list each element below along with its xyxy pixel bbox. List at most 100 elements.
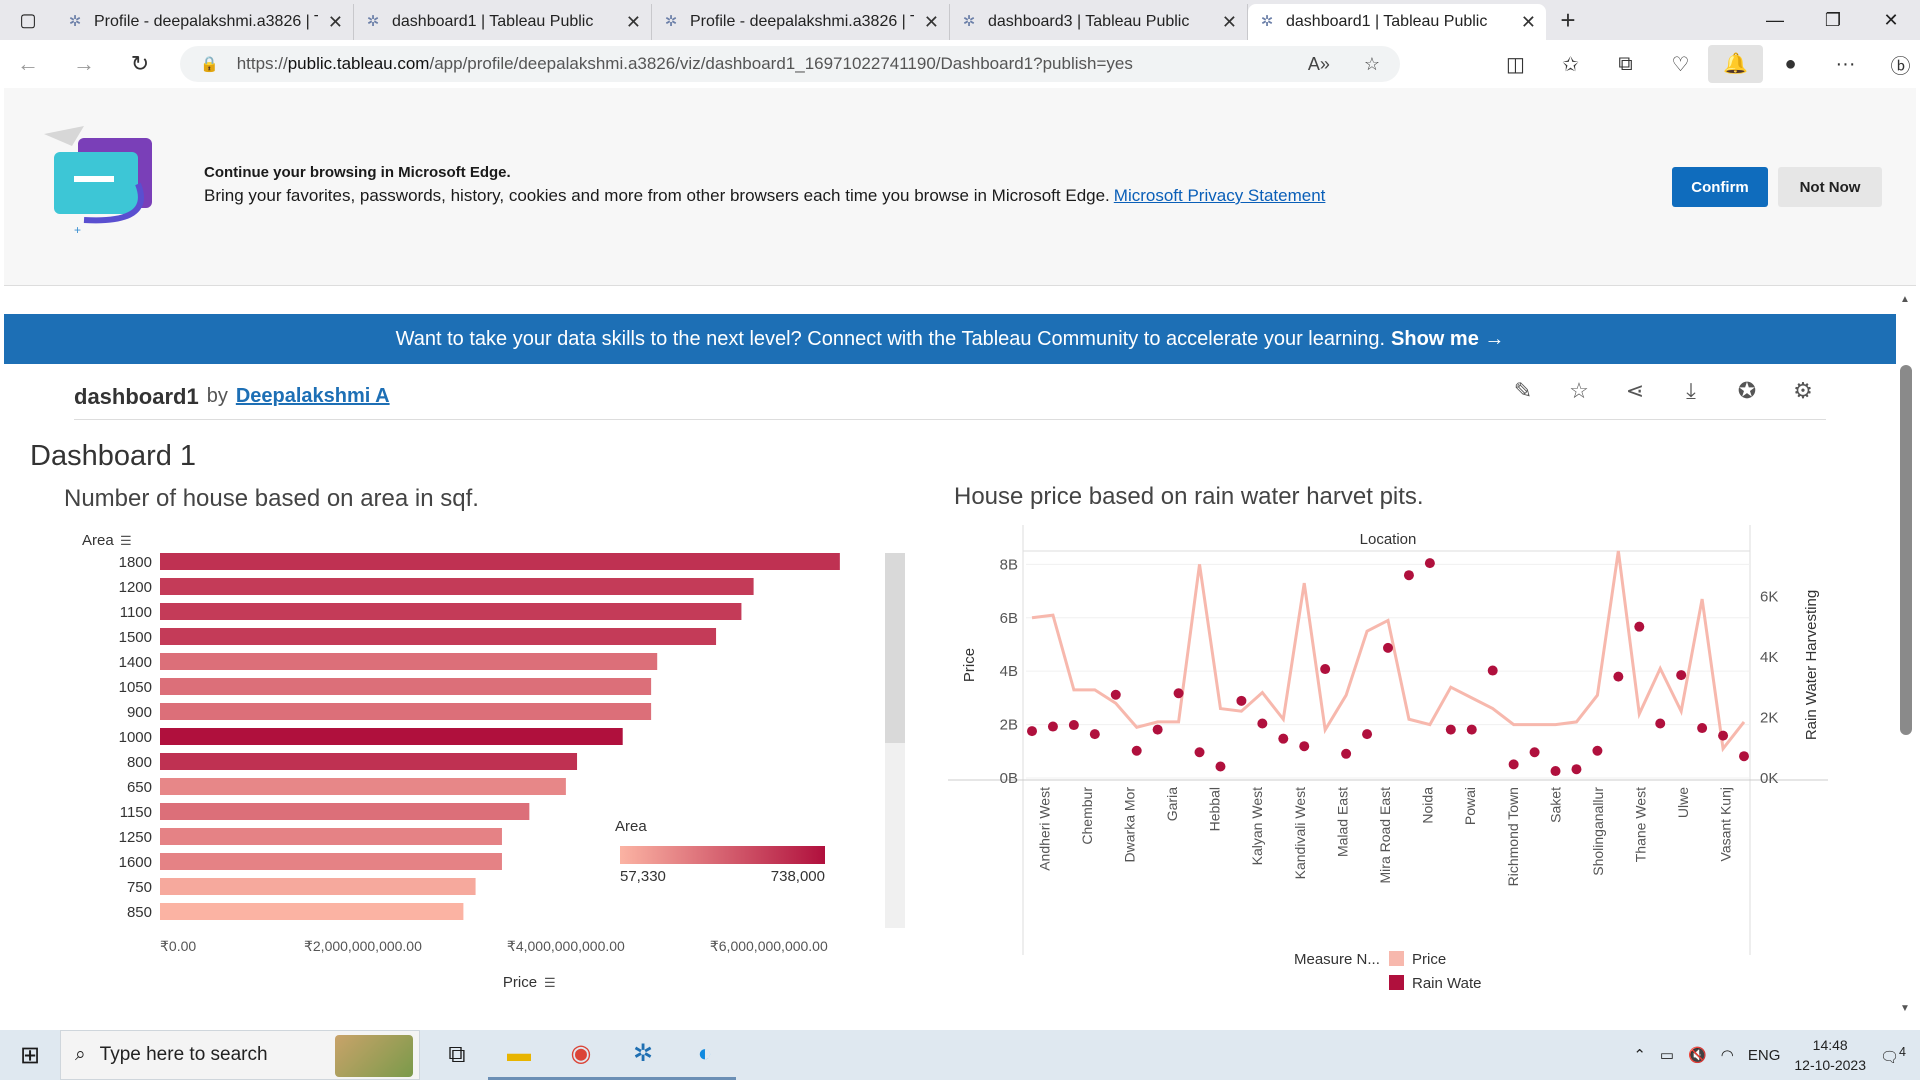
close-tab-icon[interactable]: ✕ [626, 12, 641, 33]
copilot-icon[interactable]: ⓑ [1873, 50, 1920, 79]
rain-water-point [1529, 747, 1540, 758]
browser-tab[interactable]: ✲ Profile - deepalakshmi.a3826 | Ta ✕ [56, 4, 354, 40]
not-now-button[interactable]: Not Now [1778, 167, 1882, 207]
settings-gear-icon[interactable]: ⚙ [1788, 378, 1818, 408]
location-price-line-chart[interactable]: Location 0B 2B 4B 6B 8B 0K 2K 4K 6K Price Rain Wate… [948, 525, 1828, 1005]
y-left-title: Price [961, 648, 978, 682]
browser-tab-active[interactable]: ✲ dashboard1 | Tableau Public ✕ [1248, 4, 1546, 40]
minimize-icon[interactable]: — [1746, 0, 1804, 40]
community-banner[interactable]: Want to take your data skills to the nex… [4, 314, 1896, 364]
forward-icon[interactable]: → [56, 51, 112, 77]
category-label: 1250 [119, 829, 152, 846]
favorites-icon[interactable]: ✩ [1543, 52, 1598, 77]
rain-water-point [1320, 664, 1331, 675]
date: 12-10-2023 [1794, 1057, 1866, 1073]
rain-water-point [1131, 745, 1142, 756]
split-screen-icon[interactable]: ◫ [1488, 52, 1543, 77]
favorite-viz-icon[interactable]: ☆ [1564, 378, 1594, 408]
wifi-icon[interactable]: ◠ [1721, 1046, 1734, 1064]
more-options-icon[interactable]: ··· [1818, 53, 1873, 76]
bar [160, 628, 717, 645]
scrollbar-thumb[interactable] [1900, 365, 1912, 735]
taskbar-search[interactable]: ⌕ Type here to search [60, 1030, 420, 1080]
rain-water-point [1718, 730, 1729, 741]
browser-tab[interactable]: ✲ dashboard1 | Tableau Public ✕ [354, 4, 652, 40]
badge-icon[interactable]: ✪ [1732, 378, 1762, 408]
bar [160, 653, 658, 670]
reload-icon[interactable]: ↻ [112, 51, 168, 77]
notification-count: 4 [1899, 1044, 1906, 1059]
show-hidden-icons-icon[interactable]: ⌃ [1633, 1046, 1646, 1064]
banner-text: Want to take your data skills to the nex… [395, 327, 1386, 350]
close-tab-icon[interactable]: ✕ [1222, 12, 1237, 33]
prompt-title: Continue your browsing in Microsoft Edge… [204, 164, 511, 181]
scroll-up-icon[interactable]: ▲ [1900, 294, 1910, 305]
rain-water-point [1634, 621, 1645, 632]
favorite-star-icon[interactable]: ☆ [1364, 54, 1380, 75]
share-icon[interactable]: ⋖ [1620, 378, 1650, 408]
close-tab-icon[interactable]: ✕ [328, 12, 343, 33]
x-tick-label: ₹0.00 [160, 938, 196, 954]
rain-water-point [1047, 721, 1058, 732]
tableau-app-icon[interactable]: ✲ [612, 1030, 674, 1080]
author-link[interactable]: Deepalakshmi A [236, 385, 390, 408]
x-location-label: Saket [1547, 787, 1563, 823]
bar [160, 603, 742, 620]
legend-label-price: Price [1412, 951, 1446, 968]
browser-tab[interactable]: ✲ Profile - deepalakshmi.a3826 | Ta ✕ [652, 4, 950, 40]
tab-actions-icon[interactable]: ▢ [0, 0, 56, 40]
y-left-tick: 4B [1000, 663, 1018, 680]
category-label: 1000 [119, 729, 152, 746]
lock-icon[interactable]: 🔒 [200, 55, 219, 73]
chrome-icon[interactable]: ◉ [550, 1030, 612, 1080]
confirm-button[interactable]: Confirm [1672, 167, 1768, 207]
scroll-down-icon[interactable]: ▼ [1900, 1003, 1910, 1014]
read-aloud-icon[interactable]: A» [1308, 54, 1330, 75]
page-scrollbar[interactable]: ▲ ▼ [1896, 290, 1920, 1020]
category-label: 1600 [119, 854, 152, 871]
language-indicator[interactable]: ENG [1748, 1047, 1781, 1064]
category-label: 1500 [119, 629, 152, 646]
show-me-link[interactable]: Show me → [1391, 328, 1504, 351]
download-icon[interactable]: ⤓ [1676, 378, 1706, 408]
rain-water-point [1445, 724, 1456, 735]
x-location-label: Hebbal [1207, 787, 1223, 831]
url-field[interactable]: 🔒 https://public.tableau.com/app/profile… [180, 46, 1400, 82]
notifications-bell-icon[interactable]: 🔔 [1708, 45, 1763, 83]
close-window-icon[interactable]: ✕ [1862, 0, 1920, 40]
back-icon[interactable]: ← [0, 51, 56, 77]
edge-import-prompt: + Continue your browsing in Microsoft Ed… [4, 88, 1916, 286]
x-location-label: Andheri West [1036, 787, 1052, 871]
rain-water-point [1655, 718, 1666, 729]
x-location-label: Ulwe [1675, 787, 1691, 818]
edit-viz-icon[interactable]: ✎ [1508, 378, 1538, 408]
legend-min: 57,330 [620, 868, 666, 885]
volume-muted-icon[interactable]: 🔇 [1688, 1046, 1707, 1064]
category-label: 750 [127, 879, 152, 896]
profile-avatar-icon[interactable]: ● [1763, 53, 1818, 76]
task-view-icon[interactable]: ⧉ [426, 1030, 488, 1080]
viz-actions: ✎ ☆ ⋖ ⤓ ✪ ⚙ [1508, 378, 1818, 408]
browser-essentials-icon[interactable]: ♡ [1653, 52, 1708, 77]
new-tab-button[interactable]: + [1546, 0, 1590, 40]
x-tick-label: ₹2,000,000,000.00 [304, 938, 422, 954]
browser-tab[interactable]: ✲ dashboard3 | Tableau Public ✕ [950, 4, 1248, 40]
area-price-bar-chart[interactable]: Area ☰ 1800 1200 1100 1500 1400 1050 900 1000 800 6… [70, 528, 910, 998]
browser-toolbar: ◫ ✩ ⧉ ♡ 🔔 ● ··· ⓑ [1488, 40, 1920, 88]
windows-start-icon[interactable]: ⊞ [0, 1041, 60, 1070]
collections-icon[interactable]: ⧉ [1598, 53, 1653, 76]
clock[interactable]: 14:48 12-10-2023 [1794, 1035, 1866, 1075]
meet-now-icon[interactable]: ▭ [1660, 1046, 1674, 1064]
close-tab-icon[interactable]: ✕ [1521, 12, 1536, 33]
rain-water-point [1341, 748, 1352, 759]
privacy-statement-link[interactable]: Microsoft Privacy Statement [1114, 186, 1326, 205]
category-label: 900 [127, 704, 152, 721]
close-tab-icon[interactable]: ✕ [924, 12, 939, 33]
tab-title: Profile - deepalakshmi.a3826 | Ta [94, 13, 318, 30]
notification-center-icon[interactable]: 🗨4 [1880, 1045, 1906, 1066]
x-location-label: Kandivali West [1292, 787, 1308, 879]
legend-title: Area [615, 818, 647, 835]
restore-icon[interactable]: ❐ [1804, 0, 1862, 40]
edge-icon[interactable]: ◐ [674, 1030, 736, 1080]
file-explorer-icon[interactable]: ▬ [488, 1030, 550, 1080]
